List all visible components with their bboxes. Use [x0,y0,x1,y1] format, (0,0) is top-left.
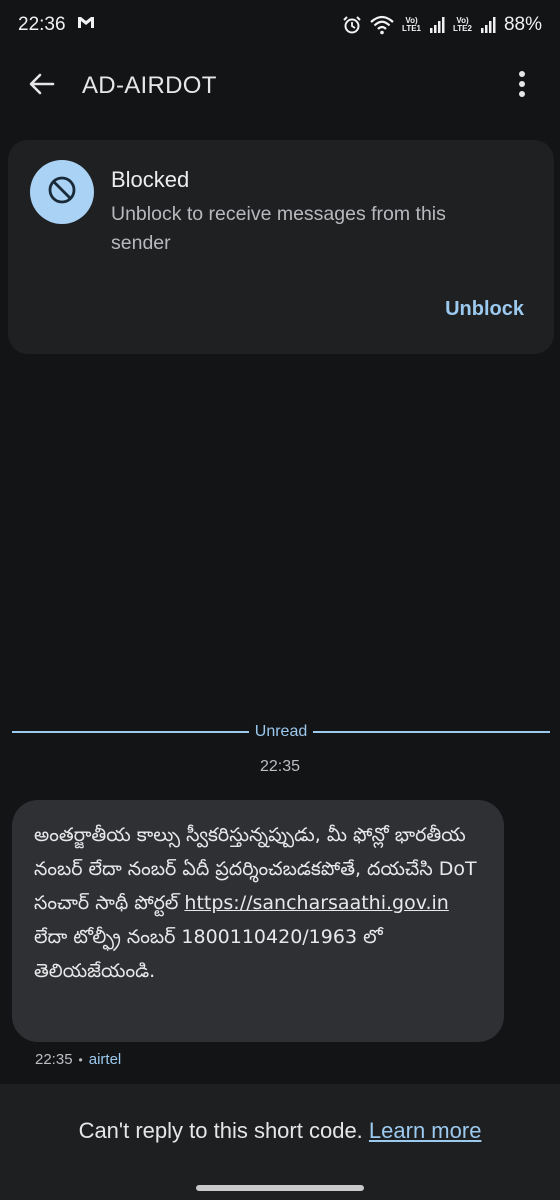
gmail-icon [76,14,96,36]
wifi-icon [370,15,394,35]
conversation-title: AD-AIRDOT [82,72,217,99]
sim2-network: Vo) LTE2 [453,17,472,33]
more-options-button[interactable] [502,58,542,114]
app-bar: AD-AIRDOT [0,50,560,122]
signal-icon-sim1 [429,16,445,34]
cant-reply-notice: Can't reply to this short code. Learn mo… [0,1118,560,1144]
blocked-card: Blocked Unblock to receive messages from… [8,140,554,354]
more-vert-icon [518,70,526,103]
messages-screen: 22:36 Vo) LTE1 Vo) LTE2 88% AD-AIRDOT Bl… [0,0,560,1200]
bottom-bar: Can't reply to this short code. Learn mo… [0,1084,560,1200]
status-bar: 22:36 Vo) LTE1 Vo) LTE2 88% [0,0,560,50]
message-text: అంతర్జాతీయ కాల్సు స్వీకరిస్తున్నప్పుడు, … [34,818,484,988]
message-text-part2: లేదా టోల్ఫ్రీ నంబర్ 1800110420/1963 లో త… [34,926,383,982]
signal-icon-sim2 [480,16,496,34]
message-link[interactable]: https://sancharsaathi.gov.in [184,892,448,914]
unblock-button[interactable]: Unblock [445,298,524,321]
unread-label: Unread [254,723,308,740]
status-left: 22:36 [18,14,96,36]
conversation-timestamp: 22:35 [259,758,301,775]
message-bubble[interactable]: అంతర్జాతీయ కాల్సు స్వీకరిస్తున్నప్పుడు, … [12,800,504,1042]
back-button[interactable] [14,58,70,114]
meta-separator: • [78,1052,83,1067]
battery-percent: 88% [503,14,542,35]
learn-more-link[interactable]: Learn more [369,1118,482,1143]
message-meta: 22:35 • airtel [35,1051,121,1068]
divider-line-left [12,731,249,733]
sim1-network: Vo) LTE1 [402,17,421,33]
blocked-icon-badge [30,160,94,224]
arrow-back-icon [28,70,56,103]
message-time: 22:35 [35,1051,73,1068]
cant-reply-text: Can't reply to this short code. [78,1118,363,1143]
alarm-icon [342,15,362,35]
message-sim: airtel [88,1051,122,1068]
divider-line-right [313,731,551,733]
blocked-subtitle: Unblock to receive messages from this se… [111,203,446,254]
sim2-lte-label: LTE2 [453,24,472,33]
blocked-title: Blocked [111,167,190,192]
block-icon [47,175,77,210]
status-right: Vo) LTE1 Vo) LTE2 88% [342,14,542,36]
gesture-handle[interactable] [196,1185,364,1191]
sim1-lte-label: LTE1 [402,24,421,33]
status-time: 22:36 [18,14,66,35]
unread-divider: Unread [12,720,551,744]
